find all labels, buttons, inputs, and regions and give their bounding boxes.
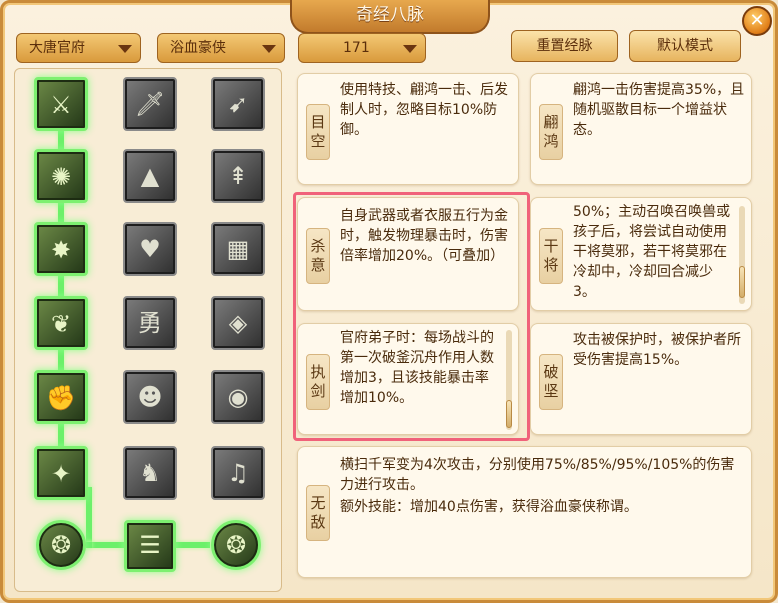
scroll-stack-icon: ☰ (139, 531, 161, 559)
skill-desc: 翩鸿一击伤害提高35%，且随机驱散目标一个增益状态。 (573, 82, 745, 138)
spears-icon: ⇞ (227, 162, 249, 190)
skill-desc: 使用特技、翩鸿一击、后发制人时，忽略目标10%防御。 (340, 82, 508, 138)
meridian-node[interactable]: ▦ (211, 222, 265, 276)
swordsman-icon: 🗡 (134, 90, 166, 118)
meridian-node[interactable]: ♥ (123, 222, 177, 276)
skill-card-pojian: 破坚 攻击被保护时，被保护者所受伤害提高15%。 (530, 323, 752, 435)
scrollbar-thumb[interactable] (739, 266, 745, 298)
meridian-node[interactable]: ❦ (34, 296, 88, 350)
warrior-icon: ♞ (139, 459, 161, 487)
skill-label: 杀意 (306, 228, 330, 284)
scrollbar-thumb[interactable] (506, 400, 512, 428)
skill-label: 翩鸿 (539, 104, 563, 160)
default-mode-button[interactable]: 默认模式 (629, 30, 741, 62)
skill-card-wudi: 无敌 横扫千军变为4次攻击，分别使用75%/85%/95%/105%的伤害力进行… (297, 446, 752, 578)
meridian-node[interactable]: 勇 (123, 296, 177, 350)
heart-hands-icon: ♥ (139, 235, 161, 263)
chevron-down-icon (118, 45, 132, 53)
blade-grip-icon: ✊ (46, 384, 76, 412)
swirl-right-icon: ❂ (225, 531, 247, 559)
reset-meridian-button[interactable]: 重置经脉 (511, 30, 618, 62)
skill-desc: 50%；主动召唤召唤兽或孩子后，将尝试自动使用干将莫邪，若干将莫邪在冷却中，冷却… (573, 204, 731, 300)
burst-icon: ✸ (50, 236, 72, 264)
thinker-icon: ☻ (137, 383, 163, 411)
scrollbar[interactable] (506, 330, 512, 430)
skill-label: 目空 (306, 104, 330, 160)
skill-desc: 官府弟子时：每场战斗的第一次破釜沉舟作用人数增加3，且该技能暴击率增加10%。 (340, 330, 494, 406)
charge-icon: ➹ (227, 90, 249, 118)
meridian-node[interactable]: ✦ (34, 446, 88, 500)
chevron-down-icon (403, 45, 417, 53)
whirl-icon: ✺ (50, 163, 72, 191)
meridian-node[interactable]: ⇞ (211, 149, 265, 203)
skill-card-pianhong: 翩鸿 翩鸿一击伤害提高35%，且随机驱散目标一个增益状态。 (530, 73, 752, 185)
school-dropdown[interactable]: 浴血豪侠 (157, 33, 285, 63)
meridian-node[interactable]: ♞ (123, 446, 177, 500)
meridian-node[interactable]: ❂ (36, 520, 86, 570)
skill-card-ganjiang: 干将 50%；主动召唤召唤兽或孩子后，将尝试自动使用干将莫邪，若干将莫邪在冷却中… (530, 197, 752, 311)
tree-connector (176, 542, 210, 548)
shatter-icon: ✦ (50, 460, 72, 488)
meridian-node[interactable]: ➹ (211, 77, 265, 131)
shield-icon: ◈ (228, 309, 248, 337)
meridian-node[interactable]: ◈ (211, 296, 265, 350)
skill-label: 执剑 (306, 354, 330, 410)
skill-card-shayi: 杀意 自身武器或者衣服五行为金时，触发物理暴击时，伤害倍率增加20%。（可叠加） (297, 197, 519, 311)
points-dropdown-value: 171 (343, 40, 370, 56)
horn-icon: ♫ (227, 459, 249, 487)
meridian-node[interactable]: ⚔ (34, 77, 88, 131)
meridian-node[interactable]: ✊ (34, 370, 88, 424)
skill-desc-effect: 横扫千军变为4次攻击，分别使用75%/85%/95%/105%的伤害力进行攻击。 (340, 457, 735, 493)
heart-emblem-icon: ❦ (50, 310, 72, 338)
meridian-node[interactable]: ◉ (211, 370, 265, 424)
skill-label: 破坚 (539, 354, 563, 410)
chevron-down-icon (262, 45, 276, 53)
wall-icon: ▦ (226, 235, 250, 263)
close-icon[interactable]: ✕ (742, 6, 772, 36)
points-dropdown[interactable]: 171 (298, 33, 426, 63)
meridian-node[interactable]: ☰ (124, 520, 176, 572)
meridian-node[interactable]: ▲ (123, 149, 177, 203)
meridian-node[interactable]: ♫ (211, 446, 265, 500)
sect-dropdown[interactable]: 大唐官府 (16, 33, 141, 63)
eye-icon: ◉ (227, 383, 249, 411)
stone-icon: ▲ (140, 162, 160, 190)
skill-label: 干将 (539, 228, 563, 284)
skill-label: 无敌 (306, 485, 330, 541)
meridian-node[interactable]: ❂ (211, 520, 261, 570)
skill-card-mukong: 目空 使用特技、翩鸿一击、后发制人时，忽略目标10%防御。 (297, 73, 519, 185)
meridian-node[interactable]: ✸ (34, 222, 88, 276)
scrollbar[interactable] (739, 206, 745, 304)
tree-connector (86, 542, 126, 548)
meridian-node[interactable]: ✺ (34, 149, 88, 203)
swirl-left-icon: ❂ (50, 531, 72, 559)
sword-strike-icon: ⚔ (50, 91, 72, 119)
school-dropdown-value: 浴血豪侠 (170, 40, 226, 56)
skill-desc-extra: 额外技能：增加40点伤害，获得浴血豪侠称谓。 (340, 499, 638, 515)
sect-dropdown-value: 大唐官府 (29, 40, 85, 56)
window-title: 奇经八脉 (290, 0, 490, 34)
skill-desc: 自身武器或者衣服五行为金时，触发物理暴击时，伤害倍率增加20%。（可叠加） (340, 208, 508, 264)
skill-desc: 攻击被保护时，被保护者所受伤害提高15%。 (573, 332, 741, 368)
tree-connector (86, 542, 92, 548)
brave-seal-icon: 勇 (138, 309, 162, 337)
skill-card-zhijian: 执剑 官府弟子时：每场战斗的第一次破釜沉舟作用人数增加3，且该技能暴击率增加10… (297, 323, 519, 435)
meridian-node[interactable]: ☻ (123, 370, 177, 424)
meridian-node[interactable]: 🗡 (123, 77, 177, 131)
